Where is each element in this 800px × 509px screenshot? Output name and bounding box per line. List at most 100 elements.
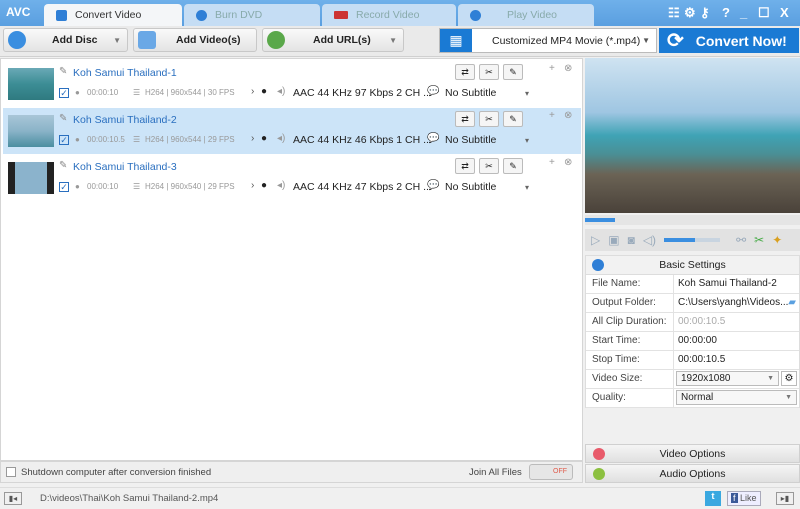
like-label: Like bbox=[740, 493, 757, 503]
gear-icon[interactable]: ⚙ bbox=[684, 5, 696, 21]
file-checkbox[interactable]: ✓ bbox=[59, 182, 69, 192]
toggle-left-panel-icon[interactable]: ▮◂ bbox=[4, 492, 22, 505]
close-button[interactable]: X bbox=[780, 5, 789, 20]
join-toggle[interactable]: OFF bbox=[529, 464, 573, 480]
file-name[interactable]: Koh Samui Thailand-2 bbox=[73, 114, 177, 126]
output-folder-value: C:\Users\yangh\Videos... bbox=[678, 297, 789, 308]
add-icon[interactable]: + bbox=[549, 110, 555, 121]
audio-select[interactable]: AAC 44 KHz 46 Kbps 1 CH ... bbox=[293, 134, 432, 146]
quality-select[interactable]: Normal ▼ bbox=[676, 390, 797, 405]
remove-icon[interactable]: ⊗ bbox=[564, 157, 572, 168]
video-options-button[interactable]: Video Options bbox=[585, 444, 800, 463]
file-name[interactable]: Koh Samui Thailand-1 bbox=[73, 67, 177, 79]
trim-button[interactable]: ✂ bbox=[479, 111, 499, 127]
convert-now-button[interactable]: ⟳ Convert Now! bbox=[659, 28, 799, 53]
settings-icon bbox=[592, 259, 604, 271]
trim-button[interactable]: ✂ bbox=[479, 64, 499, 80]
snapshot-icon[interactable]: ◙ bbox=[628, 233, 635, 247]
shutdown-checkbox[interactable] bbox=[6, 467, 16, 477]
add-icon[interactable]: + bbox=[549, 63, 555, 74]
remove-icon[interactable]: ⊗ bbox=[564, 63, 572, 74]
file-name[interactable]: Koh Samui Thailand-3 bbox=[73, 161, 177, 173]
audio-select[interactable]: AAC 44 KHz 47 Kbps 2 CH ... bbox=[293, 181, 432, 193]
chevron-down-icon[interactable]: ▼ bbox=[389, 36, 397, 45]
seek-slider[interactable] bbox=[585, 215, 800, 225]
audio-select[interactable]: AAC 44 KHz 97 Kbps 2 CH ... bbox=[293, 87, 432, 99]
scissors-icon[interactable]: ✂ bbox=[754, 233, 764, 247]
disc-icon bbox=[196, 9, 207, 21]
start-time-field[interactable]: 00:00:00 bbox=[674, 332, 799, 350]
remove-icon[interactable]: ⊗ bbox=[564, 110, 572, 121]
add-icon[interactable]: + bbox=[549, 157, 555, 168]
chevron-right-icon[interactable]: › bbox=[251, 133, 254, 144]
convert-settings-button[interactable]: ⇄ bbox=[455, 64, 475, 80]
pencil-icon[interactable]: ✎ bbox=[59, 160, 67, 171]
help-button[interactable]: ? bbox=[722, 5, 730, 20]
duration: 00:00:10 bbox=[87, 182, 119, 191]
chevron-right-icon[interactable]: › bbox=[251, 180, 254, 191]
chevron-right-icon[interactable]: › bbox=[251, 86, 254, 97]
twitter-icon[interactable]: t bbox=[705, 491, 721, 506]
file-row[interactable]: ✎ Koh Samui Thailand-2 ✓ ● 00:00:10.5 ☰ … bbox=[3, 108, 581, 154]
tab-convert-video[interactable]: Convert Video bbox=[44, 4, 182, 26]
convert-settings-button[interactable]: ⇄ bbox=[455, 158, 475, 174]
clip-duration-value: 00:00:10.5 bbox=[678, 316, 726, 327]
file-row[interactable]: ✎ Koh Samui Thailand-1 ✓ ● 00:00:10 ☰ H2… bbox=[3, 61, 581, 107]
video-info: H264 | 960x540 | 29 FPS bbox=[145, 182, 235, 191]
file-checkbox[interactable]: ✓ bbox=[59, 135, 69, 145]
gear-icon[interactable]: ⚙ bbox=[781, 371, 797, 386]
chevron-down-icon[interactable]: ▾ bbox=[525, 136, 529, 145]
status-bar: ▮◂ D:\videos\Thai\Koh Samui Thailand-2.m… bbox=[0, 487, 800, 509]
tab-play-video[interactable]: Play Video bbox=[458, 4, 594, 26]
volume-icon[interactable]: ◁) bbox=[643, 233, 656, 247]
file-row[interactable]: ✎ Koh Samui Thailand-3 ✓ ● 00:00:10 ☰ H2… bbox=[3, 155, 581, 201]
label: All Clip Duration: bbox=[586, 313, 674, 331]
subtitle-select[interactable]: No Subtitle bbox=[445, 134, 496, 146]
add-url-button[interactable]: Add URL(s) ▼ bbox=[262, 28, 404, 52]
video-size-select[interactable]: 1920x1080 ▼ bbox=[676, 371, 779, 386]
file-checkbox[interactable]: ✓ bbox=[59, 88, 69, 98]
volume-slider[interactable] bbox=[664, 238, 721, 242]
link-icon[interactable]: ⚯ bbox=[736, 233, 746, 247]
pencil-icon[interactable]: ✎ bbox=[59, 66, 67, 77]
pencil-icon[interactable]: ✎ bbox=[59, 113, 67, 124]
tab-record-video[interactable]: Record Video bbox=[322, 4, 456, 26]
file-name-field[interactable]: Koh Samui Thailand-2 bbox=[674, 275, 799, 293]
key-icon[interactable]: ⚷ bbox=[700, 5, 710, 21]
subtitle-select[interactable]: No Subtitle bbox=[445, 87, 496, 99]
film-icon bbox=[138, 31, 156, 49]
effects-button[interactable]: ✎ bbox=[503, 111, 523, 127]
tab-burn-dvd[interactable]: Burn DVD bbox=[184, 4, 320, 26]
toggle-right-panel-icon[interactable]: ▸▮ bbox=[776, 492, 794, 505]
quality-row: Quality: Normal ▼ bbox=[586, 389, 799, 408]
trim-button[interactable]: ✂ bbox=[479, 158, 499, 174]
audio-options-button[interactable]: Audio Options bbox=[585, 464, 800, 483]
magic-wand-icon[interactable]: ✦ bbox=[772, 233, 782, 247]
add-videos-button[interactable]: Add Video(s) bbox=[133, 28, 257, 52]
maximize-button[interactable]: ☐ bbox=[758, 5, 770, 21]
chevron-down-icon[interactable]: ▾ bbox=[525, 183, 529, 192]
output-folder-field[interactable]: C:\Users\yangh\Videos... ▰ bbox=[674, 294, 799, 312]
speaker-icon: ◂) bbox=[277, 180, 286, 191]
effects-button[interactable]: ✎ bbox=[503, 158, 523, 174]
label: Output Folder: bbox=[586, 294, 674, 312]
chevron-down-icon[interactable]: ▼ bbox=[113, 36, 121, 45]
minimize-button[interactable]: _ bbox=[740, 5, 747, 20]
audio-track-icon: ● bbox=[261, 133, 268, 144]
output-profile-select[interactable]: ▦ Customized MP4 Movie (*.mp4) ▼ bbox=[439, 28, 657, 53]
add-disc-button[interactable]: Add Disc ▼ bbox=[3, 28, 128, 52]
basic-settings-header[interactable]: Basic Settings bbox=[586, 256, 799, 275]
chevron-down-icon[interactable]: ▾ bbox=[525, 89, 529, 98]
convert-settings-button[interactable]: ⇄ bbox=[455, 111, 475, 127]
facebook-like-button[interactable]: f Like bbox=[727, 491, 761, 506]
folder-icon[interactable]: ▰ bbox=[788, 294, 796, 312]
play-icon[interactable]: ▷ bbox=[591, 233, 600, 247]
stop-icon[interactable]: ▣ bbox=[608, 233, 619, 247]
speaker-icon: ◂) bbox=[277, 86, 286, 97]
effects-button[interactable]: ✎ bbox=[503, 64, 523, 80]
video-options-icon bbox=[593, 448, 605, 460]
stop-time-field[interactable]: 00:00:10.5 bbox=[674, 351, 799, 369]
list-icon[interactable]: ☷ bbox=[668, 5, 680, 21]
subtitle-select[interactable]: No Subtitle bbox=[445, 181, 496, 193]
label: Start Time: bbox=[586, 332, 674, 350]
